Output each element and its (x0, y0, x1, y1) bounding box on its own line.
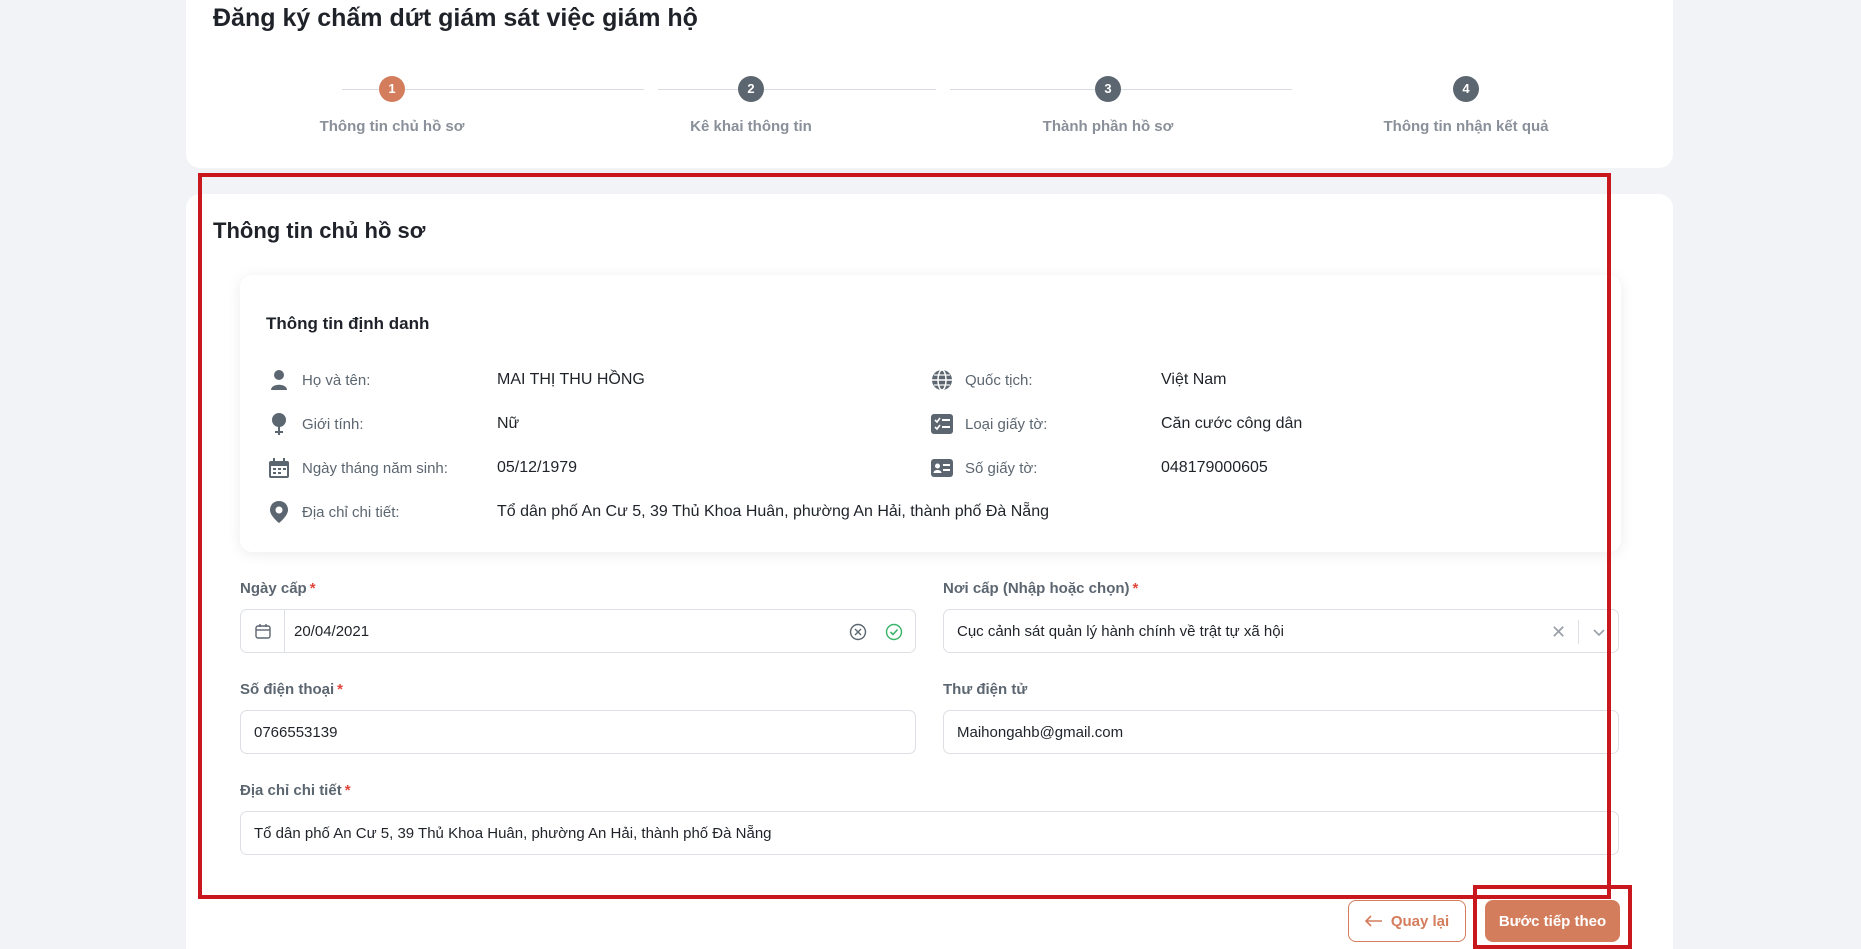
page-title: Đăng ký chấm dứt giám sát việc giám hộ (213, 4, 698, 32)
next-step-button-label: Bước tiếp theo (1498, 912, 1607, 930)
step-label: Thành phần hồ sơ (1042, 118, 1174, 135)
highlight-frame-form (198, 173, 1611, 899)
stepper: 1 Thông tin chủ hồ sơ 2 Kê khai thông ti… (186, 74, 1673, 144)
step-number: 1 (379, 76, 405, 102)
step-label: Thông tin chủ hồ sơ (319, 118, 465, 135)
step-number: 3 (1095, 76, 1121, 102)
step-4[interactable]: 4 Thông tin nhận kết quả (1366, 76, 1566, 135)
back-button-label: Quay lại (1390, 912, 1450, 930)
step-2[interactable]: 2 Kê khai thông tin (651, 76, 851, 135)
arrow-left-icon (1364, 915, 1383, 927)
back-button[interactable]: Quay lại (1348, 900, 1466, 942)
next-step-button[interactable]: Bước tiếp theo (1485, 900, 1620, 942)
step-number: 4 (1453, 76, 1479, 102)
step-number: 2 (738, 76, 764, 102)
step-label: Kê khai thông tin (690, 118, 812, 135)
step-label: Thông tin nhận kết quả (1383, 118, 1549, 135)
step-3[interactable]: 3 Thành phần hồ sơ (1008, 76, 1208, 135)
step-1[interactable]: 1 Thông tin chủ hồ sơ (292, 76, 492, 135)
